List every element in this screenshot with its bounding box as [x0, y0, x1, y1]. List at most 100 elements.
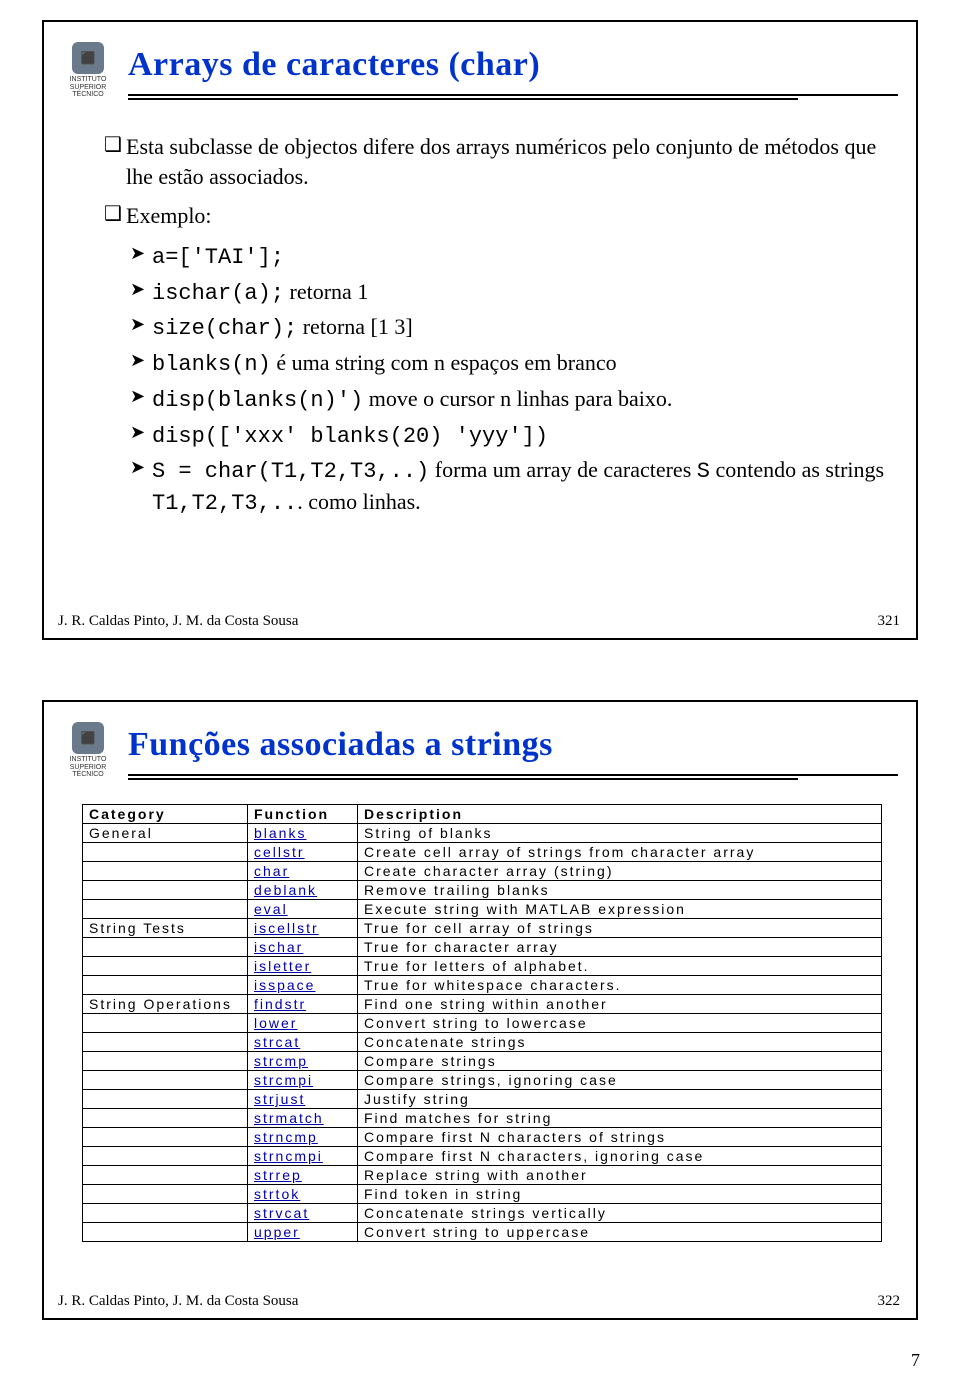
- cell-function: ischar: [248, 938, 358, 957]
- function-link[interactable]: strrep: [254, 1167, 302, 1183]
- title-underline: [128, 774, 898, 776]
- cell-description: Convert string to lowercase: [358, 1014, 882, 1033]
- slide-content: ❑Esta subclasse de objectos difere dos a…: [104, 132, 894, 523]
- function-link[interactable]: strcat: [254, 1034, 300, 1050]
- cell-category: [83, 843, 248, 862]
- slide-1: ⬛ INSTITUTO SUPERIOR TÉCNICO Arrays de c…: [42, 20, 918, 640]
- bullet-item: ❑Esta subclasse de objectos difere dos a…: [104, 132, 894, 191]
- function-link[interactable]: iscellstr: [254, 920, 319, 936]
- table-row: strrepReplace string with another: [83, 1166, 882, 1185]
- cell-description: Find matches for string: [358, 1109, 882, 1128]
- function-link[interactable]: blanks: [254, 825, 306, 841]
- bullet-item: ❑Exemplo:: [104, 201, 894, 231]
- function-link[interactable]: strncmp: [254, 1129, 318, 1145]
- cell-function: isletter: [248, 957, 358, 976]
- bullet-text: size(char); retorna [1 3]: [152, 312, 413, 344]
- function-link[interactable]: strmatch: [254, 1110, 324, 1126]
- cell-description: Create character array (string): [358, 862, 882, 881]
- cell-function: strrep: [248, 1166, 358, 1185]
- cell-function: strcat: [248, 1033, 358, 1052]
- sub-bullet-item: ➤size(char); retorna [1 3]: [130, 312, 894, 344]
- cell-category: [83, 900, 248, 919]
- logo-block: ⬛ INSTITUTO SUPERIOR TÉCNICO: [60, 722, 116, 779]
- cell-description: True for whitespace characters.: [358, 976, 882, 995]
- cell-description: True for character array: [358, 938, 882, 957]
- function-link[interactable]: strjust: [254, 1091, 305, 1107]
- table-row: strvcatConcatenate strings vertically: [83, 1204, 882, 1223]
- cell-function: blanks: [248, 824, 358, 843]
- cell-description: Justify string: [358, 1090, 882, 1109]
- cell-category: [83, 957, 248, 976]
- slide-footer: J. R. Caldas Pinto, J. M. da Costa Sousa: [58, 1293, 298, 1310]
- cell-function: strtok: [248, 1185, 358, 1204]
- function-link[interactable]: lower: [254, 1015, 297, 1031]
- table-row: ischar True for character array: [83, 938, 882, 957]
- function-link[interactable]: cellstr: [254, 844, 305, 860]
- cell-category: String Operations: [83, 995, 248, 1014]
- table-row: String TestsiscellstrTrue for cell array…: [83, 919, 882, 938]
- table-row: cellstrCreate cell array of strings from…: [83, 843, 882, 862]
- cell-function: lower: [248, 1014, 358, 1033]
- sub-bullet-item: ➤a=['TAI'];: [130, 241, 894, 273]
- logo-block: ⬛ INSTITUTO SUPERIOR TÉCNICO: [60, 42, 116, 99]
- cell-category: [83, 881, 248, 900]
- document-page-number: 7: [911, 1350, 920, 1371]
- cell-function: strncmpi: [248, 1147, 358, 1166]
- cell-function: strcmp: [248, 1052, 358, 1071]
- bullet-text: disp(['xxx' blanks(20) 'yyy']): [152, 420, 548, 452]
- function-link[interactable]: strncmpi: [254, 1148, 323, 1164]
- function-link[interactable]: strvcat: [254, 1205, 309, 1221]
- slide-page-number: 321: [878, 613, 901, 630]
- cell-description: Find token in string: [358, 1185, 882, 1204]
- triangle-bullet-icon: ➤: [130, 455, 152, 518]
- function-link[interactable]: eval: [254, 901, 288, 917]
- logo-subtitle: INSTITUTO SUPERIOR TÉCNICO: [60, 756, 116, 779]
- cell-category: General: [83, 824, 248, 843]
- triangle-bullet-icon: ➤: [130, 277, 152, 309]
- table-row: strcmp Compare strings: [83, 1052, 882, 1071]
- cell-function: strcmpi: [248, 1071, 358, 1090]
- cell-description: Execute string with MATLAB expression: [358, 900, 882, 919]
- function-link[interactable]: strcmpi: [254, 1072, 313, 1088]
- function-link[interactable]: findstr: [254, 996, 306, 1012]
- function-link[interactable]: char: [254, 863, 289, 879]
- triangle-bullet-icon: ➤: [130, 241, 152, 273]
- table-row: isletterTrue for letters of alphabet.: [83, 957, 882, 976]
- square-bullet-icon: ❑: [104, 132, 126, 191]
- sub-bullet-item: ➤ischar(a); retorna 1: [130, 277, 894, 309]
- title-underline-2: [128, 98, 798, 100]
- table-row: upperConvert string to uppercase: [83, 1223, 882, 1242]
- function-link[interactable]: ischar: [254, 939, 303, 955]
- col-category: Category: [83, 805, 248, 824]
- function-link[interactable]: isspace: [254, 977, 315, 993]
- bullet-text: ischar(a); retorna 1: [152, 277, 368, 309]
- cell-description: Compare strings: [358, 1052, 882, 1071]
- table-row: strcmpiCompare strings, ignoring case: [83, 1071, 882, 1090]
- function-link[interactable]: isletter: [254, 958, 311, 974]
- function-link[interactable]: upper: [254, 1224, 300, 1240]
- function-link[interactable]: deblank: [254, 882, 317, 898]
- col-description: Description: [358, 805, 882, 824]
- table-row: strncmpi Compare first N characters, igno…: [83, 1147, 882, 1166]
- function-link[interactable]: strtok: [254, 1186, 300, 1202]
- cell-category: [83, 1185, 248, 1204]
- table-row: String OperationsfindstrFind one string …: [83, 995, 882, 1014]
- function-link[interactable]: strcmp: [254, 1053, 308, 1069]
- slide-page-number: 322: [878, 1293, 901, 1310]
- table-row: deblank Remove trailing blanks: [83, 881, 882, 900]
- bullet-text: disp(blanks(n)') move o cursor n linhas …: [152, 384, 672, 416]
- cell-category: [83, 1052, 248, 1071]
- table-row: strmatch Find matches for string: [83, 1109, 882, 1128]
- table-row: isspace True for whitespace characters.: [83, 976, 882, 995]
- cell-description: Remove trailing blanks: [358, 881, 882, 900]
- triangle-bullet-icon: ➤: [130, 312, 152, 344]
- cell-function: deblank: [248, 881, 358, 900]
- functions-table: Category Function Description Generalbla…: [82, 804, 882, 1242]
- cell-description: True for cell array of strings: [358, 919, 882, 938]
- bullet-text: blanks(n) é uma string com n espaços em …: [152, 348, 617, 380]
- table-row: strjust Justify string: [83, 1090, 882, 1109]
- cell-description: Compare first N characters, ignoring cas…: [358, 1147, 882, 1166]
- table-row: lower Convert string to lowercase: [83, 1014, 882, 1033]
- cell-category: [83, 1109, 248, 1128]
- sub-bullet-item: ➤blanks(n) é uma string com n espaços em…: [130, 348, 894, 380]
